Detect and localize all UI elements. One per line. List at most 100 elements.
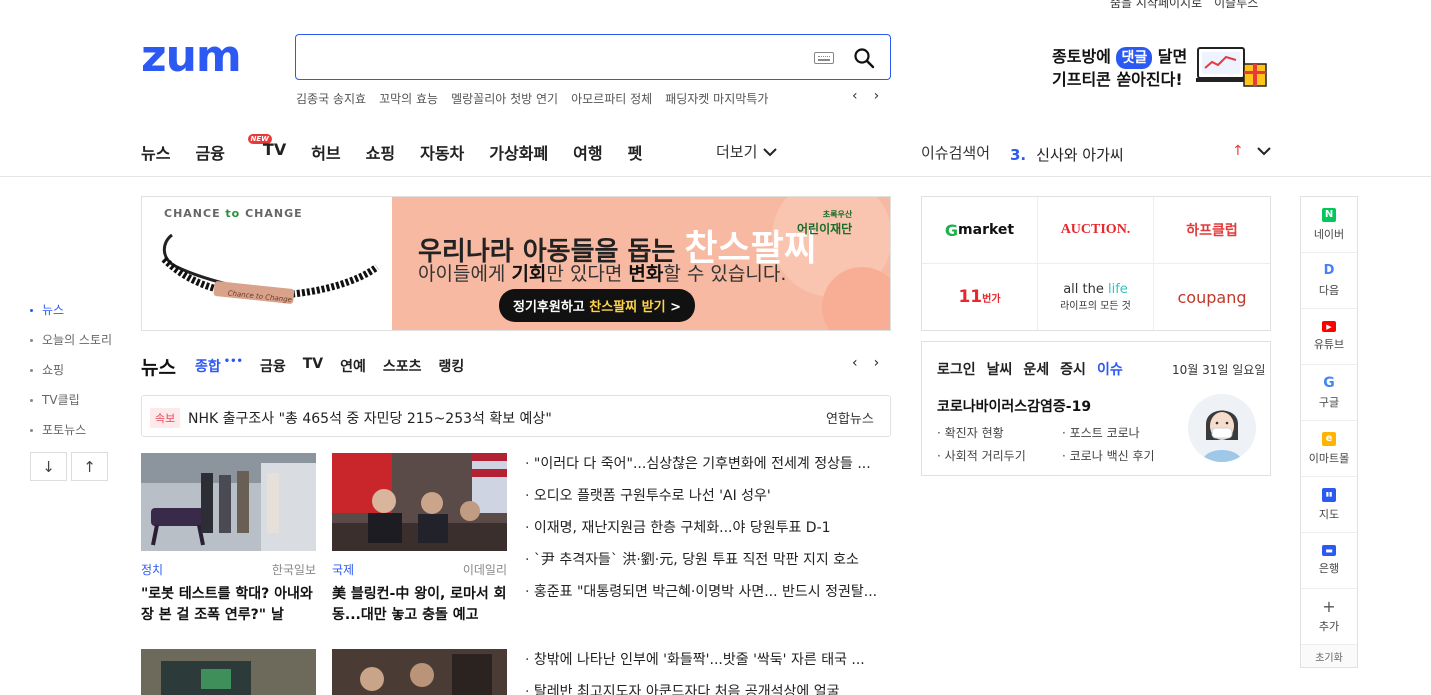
quick-link-map[interactable]: ▮▮ 지도 — [1301, 477, 1357, 533]
headline-item[interactable]: 홍준표 "대통령되면 박근혜·이명박 사면... 반드시 정권탈... — [525, 581, 890, 613]
related-keyword[interactable]: 꼬막의 효능 — [379, 90, 438, 107]
tab-issue[interactable]: 이슈 — [1097, 359, 1123, 379]
shop-11st[interactable]: 11 번가 — [922, 264, 1038, 330]
shop-auction[interactable]: AUCTION. — [1038, 197, 1154, 264]
news-photo[interactable] — [332, 649, 507, 695]
quick-links: N 네이버 D 다음 ▶ 유튜브 G 구글 e 이마트몰 ▮▮ 지도 ▬ 은행 + 추가 초기화 — [1300, 196, 1358, 668]
info-link[interactable]: 사회적 거리두기 — [937, 447, 1062, 464]
daum-icon: D — [1323, 263, 1335, 278]
news-photo[interactable] — [141, 649, 316, 695]
tab-general[interactable]: 종합 — [195, 356, 221, 376]
ad-cta-button[interactable]: 정기후원하고 찬스팔찌 받기 > — [499, 289, 696, 322]
set-startpage-link[interactable]: 줌을 시작페이지로 — [1110, 0, 1202, 11]
scroll-top-button[interactable]: ↑ — [71, 452, 108, 481]
info-link[interactable]: 코로나 백신 후기 — [1062, 447, 1187, 464]
tab-ranking[interactable]: 랭킹 — [439, 356, 465, 376]
shop-gmarket[interactable]: Gmarket — [922, 197, 1038, 264]
tab-stock[interactable]: 증시 — [1060, 359, 1086, 379]
search-icon[interactable] — [853, 47, 875, 73]
bracelet-image: Chance to Change — [161, 233, 380, 304]
quick-link-google[interactable]: G 구글 — [1301, 365, 1357, 421]
chevron-down-icon — [763, 147, 778, 156]
nav-item-hub[interactable]: 허브 — [311, 140, 340, 164]
nav-item-pet[interactable]: 펫 — [628, 140, 643, 164]
search-input[interactable] — [306, 43, 806, 71]
quick-links-reset-button[interactable]: 초기화 — [1301, 645, 1357, 667]
info-link[interactable]: 포스트 코로나 — [1062, 424, 1187, 441]
side-menu-item-photonews[interactable]: 포토뉴스 — [30, 420, 112, 450]
news-card[interactable]: 정치 한국일보 "로봇 테스트를 학대? 아내와 장 본 걸 조폭 연루?" 날 … — [141, 453, 316, 626]
quick-link-label: 유튜브 — [1313, 338, 1345, 351]
quick-link-bank[interactable]: ▬ 은행 — [1301, 533, 1357, 589]
chevron-right-icon[interactable]: › — [874, 355, 880, 371]
card-meta: 국제 이데일리 — [332, 561, 507, 578]
related-keyword[interactable]: 패딩자켓 마지막특가 — [665, 90, 768, 107]
shop-halfclub[interactable]: 하프클럽 — [1154, 197, 1270, 264]
info-links: 확진자 현황 포스트 코로나 사회적 거리두기 코로나 백신 후기 — [937, 424, 1187, 464]
tab-tv[interactable]: TV — [303, 356, 323, 376]
quick-link-daum[interactable]: D 다음 — [1301, 253, 1357, 309]
shop-logo: all the life — [1063, 282, 1128, 297]
headline-item[interactable]: `尹 추격자들` 洪·劉·元, 당원 투표 직전 막판 지지 호소 — [525, 549, 890, 581]
side-menu-item-tvclip[interactable]: TV클립 — [30, 390, 112, 420]
nav-item-finance[interactable]: 금융 NEW — [195, 134, 272, 164]
news-section-title[interactable]: 뉴스 — [141, 353, 176, 380]
info-link[interactable]: 확진자 현황 — [937, 424, 1062, 441]
quick-link-emart[interactable]: e 이마트몰 — [1301, 421, 1357, 477]
ad-organization-logo: 초록우산 어린이재단 — [797, 209, 852, 237]
issue-rank-number: 3. — [1010, 146, 1027, 164]
ad-cta-text: > — [665, 300, 682, 315]
related-keyword[interactable]: 아모르파티 정체 — [571, 90, 652, 107]
issue-keyword[interactable]: 3. 신사와 아가씨 — [1010, 144, 1124, 165]
shop-allthelife[interactable]: all the life 라이프의 모든 것 — [1038, 264, 1154, 330]
chevron-right-icon[interactable]: › — [874, 88, 880, 104]
tab-finance[interactable]: 금융 — [260, 356, 286, 376]
quick-link-youtube[interactable]: ▶ 유튜브 — [1301, 309, 1357, 365]
nav-item-car[interactable]: 자동차 — [420, 140, 464, 164]
chevron-left-icon[interactable]: ‹ — [852, 88, 858, 104]
scroll-down-button[interactable]: ↓ — [30, 452, 67, 481]
nav-item-news[interactable]: 뉴스 — [141, 140, 170, 164]
side-menu-item-news[interactable]: 뉴스 — [30, 300, 112, 330]
keyboard-icon[interactable] — [814, 52, 834, 64]
related-keywords: 김종국 송지효 꼬막의 효능 멜랑꼴리아 첫방 연기 아모르파티 정체 패딩자켓… — [296, 90, 768, 107]
side-menu-item-shopping[interactable]: 쇼핑 — [30, 360, 112, 390]
promo-banner[interactable]: 종토방에 댓글 달면 기프티콘 쏟아진다! — [1052, 46, 1187, 91]
issue-expand-button[interactable] — [1256, 143, 1272, 162]
shop-logo-text: life — [1107, 282, 1128, 297]
emart-icon: e — [1322, 431, 1336, 446]
zum-logo[interactable]: zum — [141, 35, 242, 79]
shop-coupang[interactable]: coupang — [1154, 264, 1270, 330]
nav-item-travel[interactable]: 여행 — [573, 140, 602, 164]
tab-sports[interactable]: 스포츠 — [383, 356, 422, 376]
chevron-left-icon[interactable]: ‹ — [852, 355, 858, 371]
quick-link-naver[interactable]: N 네이버 — [1301, 197, 1357, 253]
info-title[interactable]: 코로나바이러스감염증-19 — [937, 396, 1091, 416]
breaking-news[interactable]: 속보 NHK 출구조사 "총 465석 중 자민당 215~253석 확보 예상… — [141, 395, 891, 437]
nav-item-shopping[interactable]: 쇼핑 — [366, 140, 395, 164]
tab-login[interactable]: 로그인 — [937, 359, 976, 379]
headline-item[interactable]: 오디오 플랫폼 구원투수로 나선 'AI 성우' — [525, 485, 890, 517]
nav-item-crypto[interactable]: 가상화폐 — [489, 140, 548, 164]
ad-banner[interactable]: CHANCE to CHANGE Chance to Change 우리나라 아… — [141, 196, 891, 331]
utility-link[interactable]: 이슬루스 — [1214, 0, 1258, 11]
headline-item[interactable]: 탈레반 최고지도자 아쿤드자다 처음 공개석상에 얼굴 — [525, 681, 890, 695]
card-source: 이데일리 — [462, 563, 507, 577]
bank-icon: ▬ — [1322, 545, 1336, 556]
related-keyword[interactable]: 김종국 송지효 — [296, 90, 366, 107]
quick-link-add[interactable]: + 추가 — [1301, 589, 1357, 645]
related-keyword[interactable]: 멜랑꼴리아 첫방 연기 — [451, 90, 558, 107]
news-card[interactable]: 국제 이데일리 美 블링컨-中 왕이, 로마서 회동...대만 놓고 충돌 예고 — [332, 453, 507, 626]
headline-item[interactable]: 이재명, 재난지원금 한층 구체화...야 당원투표 D-1 — [525, 517, 890, 549]
tab-fortune[interactable]: 운세 — [1023, 359, 1049, 379]
card-title: "로봇 테스트를 학대? 아내와 장 본 걸 조폭 연루?" 날 세... — [141, 586, 313, 623]
shop-logo-text: coupang — [1177, 287, 1247, 307]
nav-more-button[interactable]: 더보기 — [716, 141, 778, 162]
nav-item-tv[interactable]: TV — [263, 140, 286, 164]
side-menu-item-story[interactable]: 오늘의 스토리 — [30, 330, 112, 360]
headline-item[interactable]: "이러다 다 죽어"...심상찮은 기후변화에 전세계 정상들 ... — [525, 453, 890, 485]
tab-entertainment[interactable]: 연예 — [340, 356, 366, 376]
tab-weather[interactable]: 날씨 — [987, 359, 1013, 379]
headline-item[interactable]: 창밖에 나타난 인부에 '화들짝'...밧줄 '싹둑' 자른 태국 ... — [525, 649, 890, 681]
shopping-grid: Gmarket AUCTION. 하프클럽 11 번가 all the life … — [921, 196, 1271, 331]
